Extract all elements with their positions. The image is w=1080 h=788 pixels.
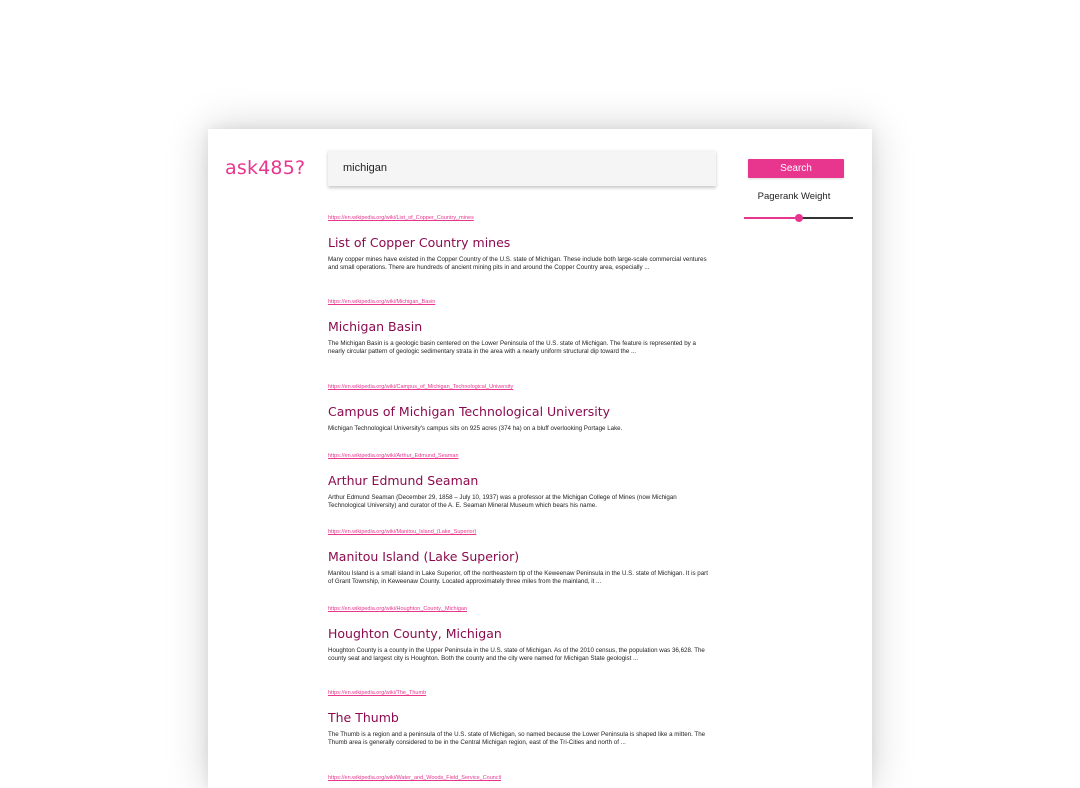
- result-url[interactable]: https://en.wikipedia.org/wiki/Campus_of_…: [328, 384, 708, 391]
- result-item: https://en.wikipedia.org/wiki/The_Thumb …: [328, 690, 708, 747]
- result-snippet: Many copper mines have existed in the Co…: [328, 256, 707, 271]
- result-title[interactable]: Manitou Island (Lake Superior): [328, 549, 708, 564]
- result-snippet: Manitou Island is a small island in Lake…: [328, 570, 708, 585]
- result-url[interactable]: https://en.wikipedia.org/wiki/Michigan_B…: [328, 299, 708, 306]
- search-page: ask485? Search Pagerank Weight https://e…: [208, 129, 872, 788]
- result-snippet: The Michigan Basin is a geologic basin c…: [328, 340, 696, 355]
- result-item: https://en.wikipedia.org/wiki/Campus_of_…: [328, 384, 708, 433]
- slider-thumb[interactable]: [794, 214, 803, 222]
- result-title[interactable]: Campus of Michigan Technological Univers…: [328, 404, 708, 419]
- result-title[interactable]: List of Copper Country mines: [328, 235, 708, 250]
- result-url[interactable]: https://en.wikipedia.org/wiki/List_of_Co…: [328, 215, 708, 222]
- result-item: https://en.wikipedia.org/wiki/Water_and_…: [328, 775, 708, 782]
- result-title[interactable]: Michigan Basin: [328, 319, 708, 334]
- result-item: https://en.wikipedia.org/wiki/List_of_Co…: [328, 215, 708, 272]
- result-url[interactable]: https://en.wikipedia.org/wiki/Water_and_…: [328, 775, 708, 782]
- site-logo[interactable]: ask485?: [225, 157, 305, 179]
- result-url[interactable]: https://en.wikipedia.org/wiki/Houghton_C…: [328, 606, 708, 613]
- result-item: https://en.wikipedia.org/wiki/Arthur_Edm…: [328, 453, 708, 510]
- result-snippet: Arthur Edmund Seaman (December 29, 1858 …: [328, 494, 677, 509]
- result-title[interactable]: Arthur Edmund Seaman: [328, 473, 708, 488]
- result-item: https://en.wikipedia.org/wiki/Michigan_B…: [328, 299, 708, 356]
- result-snippet: The Thumb is a region and a peninsula of…: [328, 731, 706, 746]
- search-box[interactable]: [328, 150, 716, 186]
- search-button[interactable]: Search: [748, 159, 844, 178]
- pagerank-weight-label: Pagerank Weight: [757, 191, 831, 202]
- pagerank-weight-slider[interactable]: [744, 214, 853, 222]
- result-snippet: Michigan Technological University's camp…: [328, 425, 623, 432]
- result-url[interactable]: https://en.wikipedia.org/wiki/Manitou_Is…: [328, 529, 708, 536]
- search-input[interactable]: [328, 150, 703, 186]
- result-url[interactable]: https://en.wikipedia.org/wiki/Arthur_Edm…: [328, 453, 708, 460]
- result-title[interactable]: Houghton County, Michigan: [328, 626, 708, 641]
- result-snippet: Houghton County is a county in the Upper…: [328, 647, 705, 662]
- result-url[interactable]: https://en.wikipedia.org/wiki/The_Thumb: [328, 690, 708, 697]
- slider-fill: [744, 217, 799, 219]
- result-item: https://en.wikipedia.org/wiki/Houghton_C…: [328, 606, 708, 663]
- result-title[interactable]: The Thumb: [328, 710, 708, 725]
- result-item: https://en.wikipedia.org/wiki/Manitou_Is…: [328, 529, 708, 586]
